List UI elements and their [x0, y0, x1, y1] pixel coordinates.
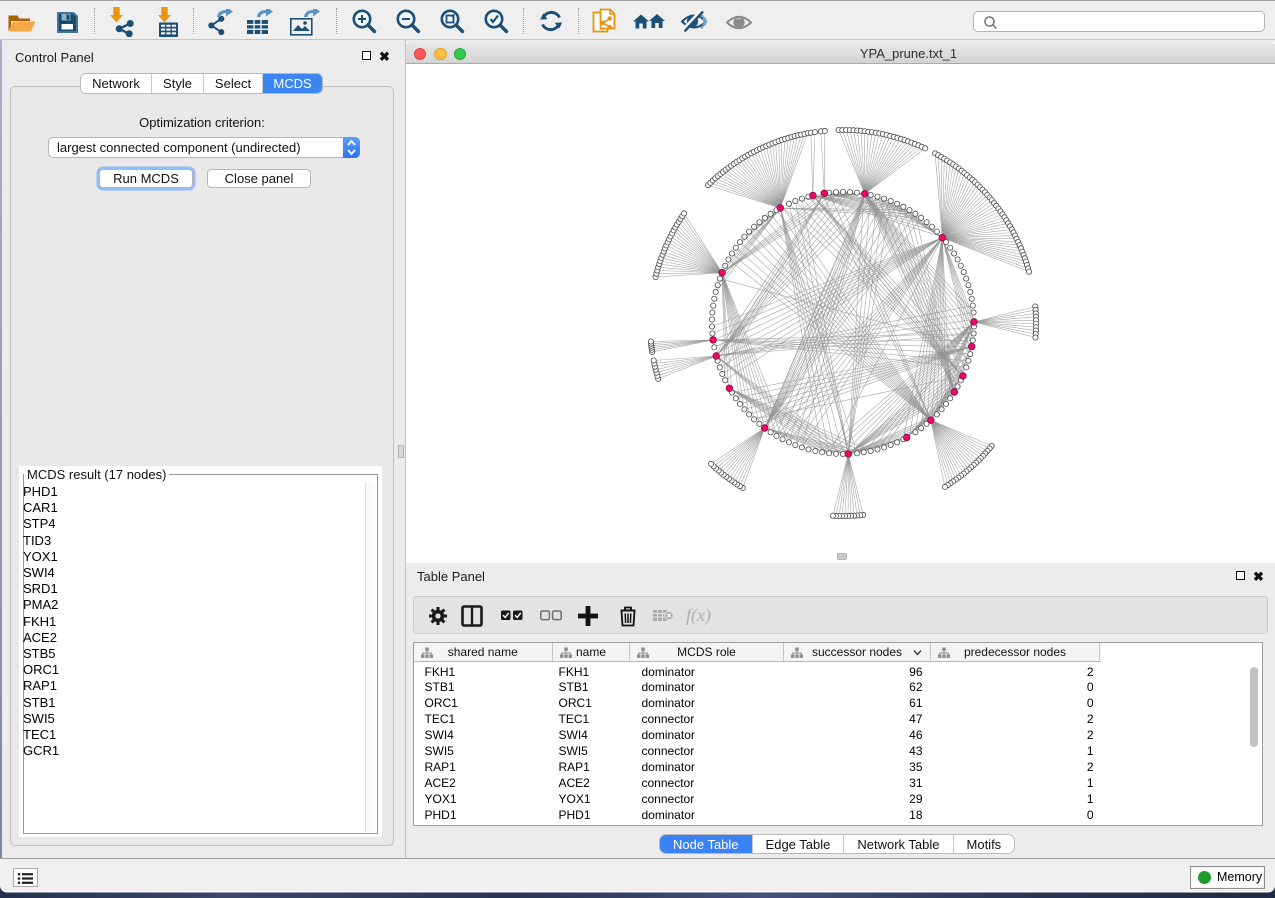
svg-text:f(x): f(x) — [686, 605, 711, 626]
